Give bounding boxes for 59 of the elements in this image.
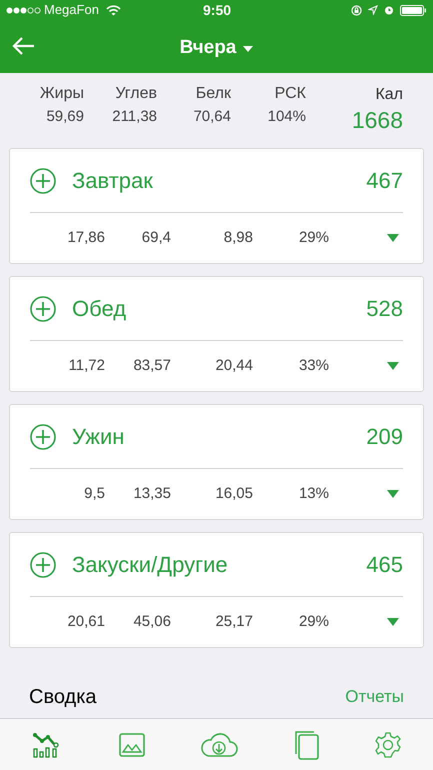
add-icon[interactable] bbox=[30, 424, 56, 450]
meal-nutrient-value: 20,44 bbox=[214, 356, 253, 376]
meal-nutrient-value: 25,17 bbox=[214, 612, 253, 632]
calories-label: Кал bbox=[375, 85, 403, 105]
signal-icon bbox=[6, 6, 42, 14]
clock-time: 9:50 bbox=[203, 0, 232, 20]
meal-nutrient-value: 13,35 bbox=[132, 484, 171, 504]
nutrient-label: Углев bbox=[115, 84, 157, 104]
meal-nutrient-value: 8,98 bbox=[222, 228, 253, 248]
reports-link[interactable]: Отчеты bbox=[345, 684, 404, 710]
meal-name: Ужин bbox=[72, 423, 124, 451]
summary-heading: Сводка bbox=[29, 685, 97, 710]
add-icon[interactable] bbox=[30, 552, 56, 578]
meal-calories: 209 bbox=[366, 423, 403, 451]
settings-icon[interactable] bbox=[375, 732, 402, 758]
add-icon[interactable] bbox=[30, 168, 56, 194]
meal-nutrient-value: 69,4 bbox=[140, 228, 171, 248]
meal-name: Завтрак bbox=[72, 167, 153, 195]
nutrient-label: Белк bbox=[196, 84, 231, 104]
meal-nutrient-value: 33% bbox=[298, 356, 329, 376]
alarm-clock-icon bbox=[384, 5, 394, 15]
meal-nutrient-value: 9,5 bbox=[83, 484, 105, 504]
dropdown-caret-icon bbox=[243, 46, 254, 52]
back-arrow-icon bbox=[12, 36, 36, 56]
wifi-icon bbox=[106, 4, 121, 16]
carrier-name: MegaFon bbox=[44, 1, 99, 20]
meal-nutrient-value: 16,05 bbox=[214, 484, 253, 504]
copy-icon[interactable] bbox=[294, 730, 320, 760]
meal-calories: 528 bbox=[366, 295, 403, 323]
meal-name: Закуски/Другие bbox=[72, 551, 228, 579]
meal-nutrient-value: 29% bbox=[298, 612, 329, 632]
meal-nutrient-value: 17,86 bbox=[66, 228, 105, 248]
cloud-download-icon[interactable] bbox=[200, 732, 238, 758]
meal-calories: 465 bbox=[366, 551, 403, 579]
meal-nutrient-value: 83,57 bbox=[132, 356, 171, 376]
meal-nutrient-value: 20,61 bbox=[66, 612, 105, 632]
meal-calories: 467 bbox=[366, 167, 403, 195]
expand-caret-icon[interactable] bbox=[387, 362, 399, 370]
rotation-lock-icon bbox=[351, 4, 362, 16]
nutrient-label: РСК bbox=[274, 84, 306, 104]
nutrient-label: Жиры bbox=[40, 84, 84, 104]
image-icon[interactable] bbox=[119, 732, 146, 756]
date-selector[interactable]: Вчера bbox=[180, 30, 254, 63]
meal-nutrient-value: 45,06 bbox=[132, 612, 171, 632]
battery-icon bbox=[400, 4, 427, 16]
expand-caret-icon[interactable] bbox=[387, 490, 399, 498]
meal-nutrient-value: 11,72 bbox=[68, 356, 105, 376]
nutrient-total: 70,64 bbox=[193, 107, 231, 127]
add-icon[interactable] bbox=[30, 296, 56, 322]
location-arrow-icon bbox=[368, 5, 378, 15]
nutrient-total: 59,69 bbox=[46, 107, 84, 127]
meal-nutrient-value: 29% bbox=[298, 228, 329, 248]
expand-caret-icon[interactable] bbox=[387, 618, 399, 626]
meal-nutrient-value: 13% bbox=[298, 484, 329, 504]
nutrient-total: 211,38 bbox=[112, 107, 157, 127]
expand-caret-icon[interactable] bbox=[387, 234, 399, 242]
nutrient-total: 104% bbox=[268, 107, 306, 127]
meal-name: Обед bbox=[72, 295, 126, 323]
total-calories: 1668 bbox=[352, 107, 403, 133]
